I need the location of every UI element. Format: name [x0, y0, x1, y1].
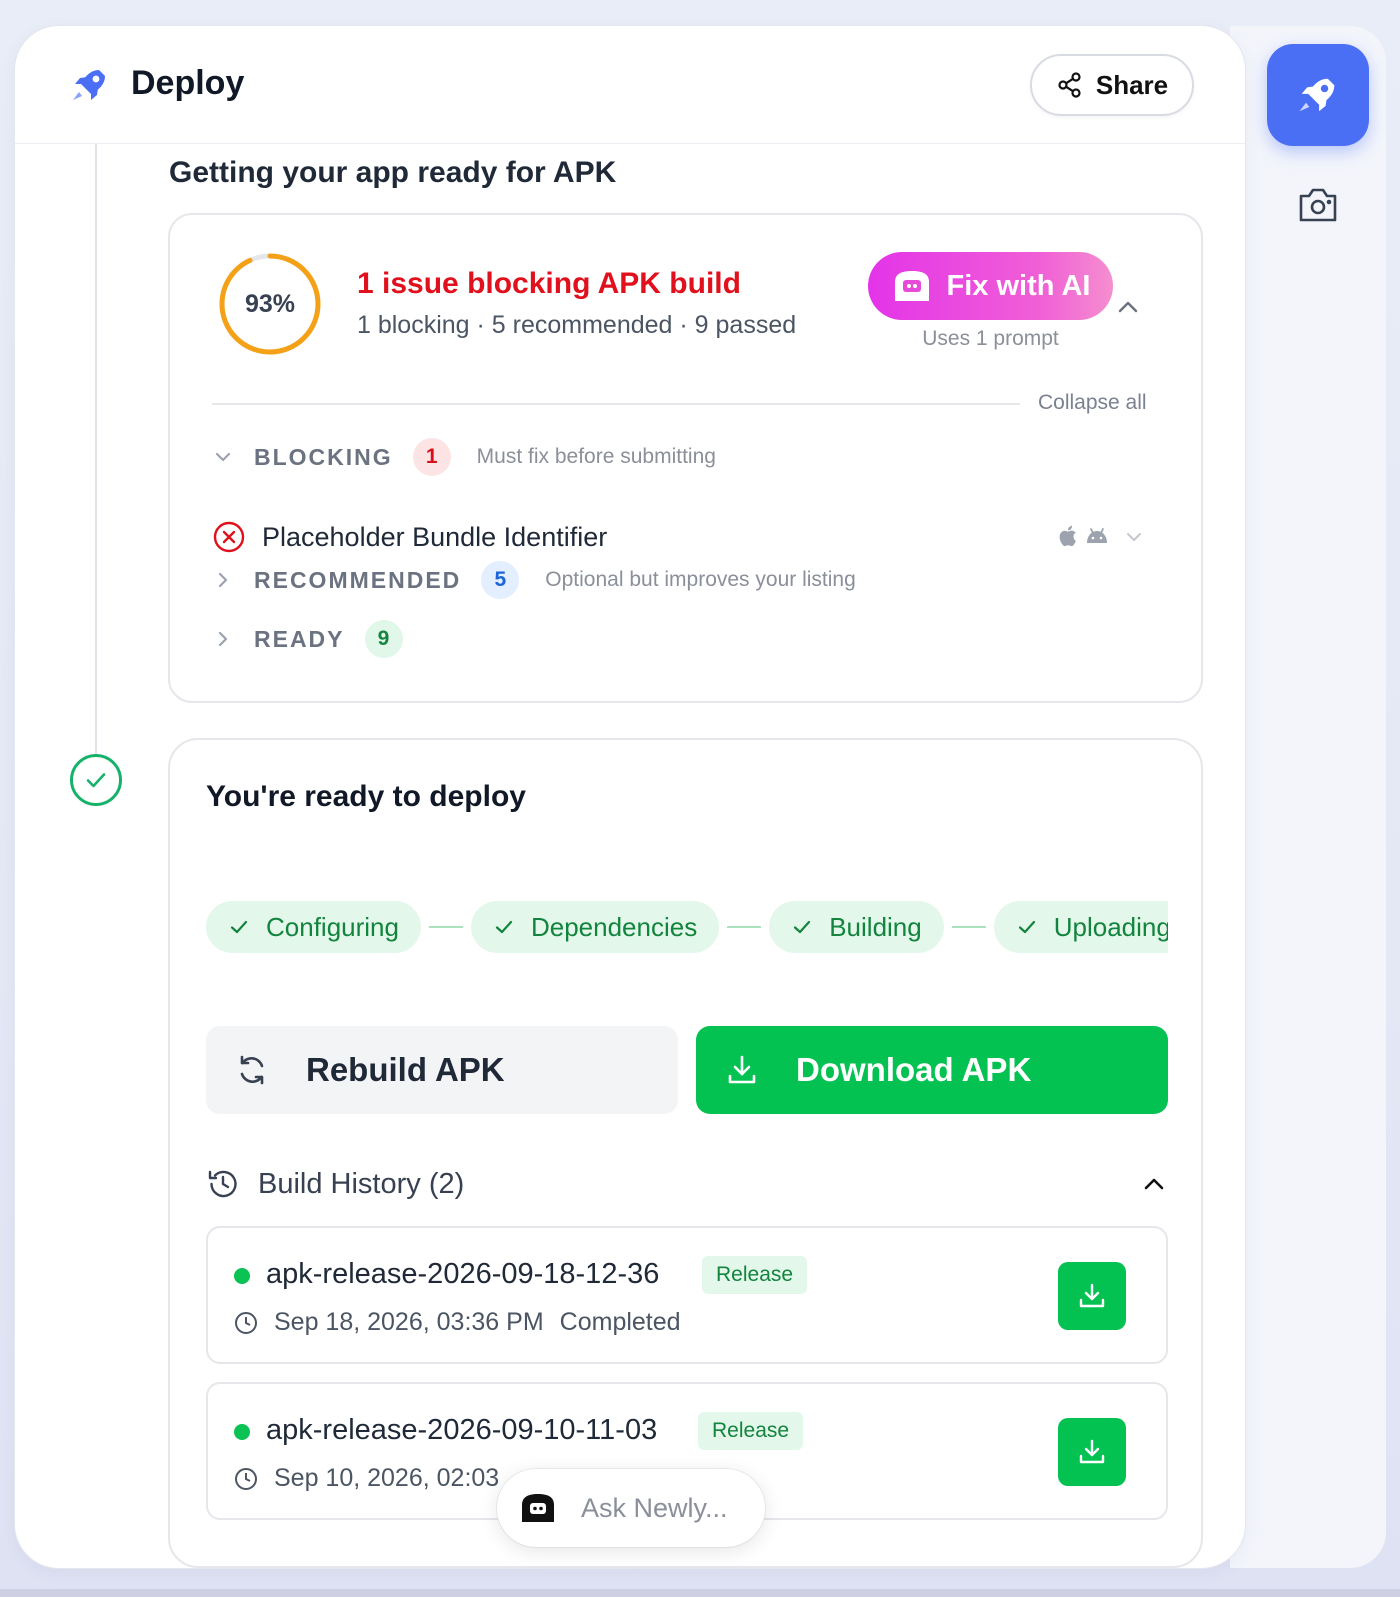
chevron-down-icon[interactable] — [1122, 525, 1146, 549]
group-description: Must fix before submitting — [476, 445, 716, 468]
clock-icon — [235, 1467, 257, 1490]
group-label: READY — [254, 625, 345, 652]
apple-icon — [1059, 525, 1076, 547]
build-history-title: Build History (2) — [258, 1167, 465, 1200]
build-date: Sep 18, 2026, 03:36 PM — [274, 1308, 544, 1336]
download-build-button[interactable] — [1058, 1262, 1126, 1330]
rocket-icon — [1299, 78, 1335, 112]
group-label: RECOMMENDED — [254, 566, 462, 593]
issue-title: 1 issue blocking APK build — [357, 267, 741, 300]
timeline-line — [95, 144, 97, 756]
platform-icons — [1058, 525, 1110, 547]
release-badge: Release — [702, 1256, 808, 1294]
chevron-right-icon — [218, 631, 228, 647]
fix-subtext: Uses 1 prompt — [922, 327, 1059, 350]
refresh-icon — [240, 1055, 264, 1085]
check-icon — [230, 920, 248, 934]
step-dependencies: Dependencies — [470, 901, 720, 953]
share-button[interactable]: Share — [1030, 54, 1194, 116]
page-title: Deploy — [131, 64, 245, 102]
group-label: BLOCKING — [254, 443, 393, 470]
check-icon — [1018, 920, 1035, 934]
build-name: apk-release-2026-09-18-12-36 — [266, 1258, 660, 1290]
divider — [212, 403, 1020, 405]
step-label: Building — [829, 911, 922, 942]
fix-label: Fix with AI — [946, 269, 1091, 302]
error-icon — [213, 521, 245, 553]
deploy-steps: Configuring Dependencies Building Upload… — [206, 900, 1168, 954]
download-icon — [1079, 1439, 1105, 1464]
chevron-up-icon[interactable] — [1140, 1170, 1168, 1198]
camera-icon[interactable] — [1295, 182, 1341, 228]
step-uploading: Uploading — [993, 901, 1168, 953]
step-building: Building — [769, 901, 944, 953]
deploy-nav-button[interactable] — [1267, 44, 1369, 146]
count-badge: 5 — [481, 561, 520, 599]
issue-summary: 1 blocking · 5 recommended · 9 passed — [357, 311, 797, 339]
group-ready[interactable]: READY 9 — [212, 619, 403, 659]
chevron-down-icon — [215, 452, 231, 462]
issue-item[interactable]: Placeholder Bundle Identifier — [212, 515, 1147, 559]
fix-with-ai-button[interactable]: Fix with AI — [868, 252, 1113, 320]
timeline-complete-icon — [70, 754, 122, 806]
step-configuring: Configuring — [206, 901, 421, 953]
ai-robot-icon — [894, 271, 929, 301]
build-meta: Sep 10, 2026, 02:03 — [234, 1464, 499, 1493]
group-blocking[interactable]: BLOCKING 1 Must fix before submitting — [212, 437, 716, 477]
release-badge: Release — [698, 1412, 804, 1450]
check-icon — [794, 920, 811, 934]
deploy-title: You're ready to deploy — [206, 780, 526, 813]
download-icon — [728, 1055, 756, 1084]
deploy-panel: Deploy Share Getting your app ready for … — [15, 26, 1245, 1568]
chevron-up-icon[interactable] — [1114, 293, 1142, 321]
progress-percent: 93% — [244, 289, 296, 318]
bottom-strip — [0, 1589, 1400, 1597]
download-label: Download APK — [796, 1051, 1032, 1088]
step-label: Uploading — [1053, 911, 1168, 942]
build-meta: Sep 18, 2026, 03:36 PM Completed — [234, 1308, 681, 1337]
status-dot — [234, 1268, 250, 1284]
count-badge: 1 — [412, 438, 451, 476]
panel-header: Deploy Share — [15, 26, 1245, 144]
readiness-card: 93% 1 issue blocking APK build 1 blockin… — [168, 213, 1203, 703]
step-label: Dependencies — [530, 911, 698, 942]
step-connector — [428, 926, 463, 928]
download-apk-button[interactable]: Download APK — [696, 1026, 1168, 1114]
chevron-right-icon — [218, 572, 228, 588]
build-date: Sep 10, 2026, 02:03 — [274, 1464, 500, 1492]
download-icon — [1079, 1283, 1105, 1308]
count-badge: 9 — [364, 620, 403, 658]
collapse-all-link[interactable]: Collapse all — [1038, 391, 1147, 415]
status-dot — [234, 1424, 250, 1440]
rebuild-label: Rebuild APK — [306, 1051, 505, 1088]
assistant-robot-icon — [522, 1494, 554, 1522]
issue-name: Placeholder Bundle Identifier — [262, 521, 608, 552]
download-build-button[interactable] — [1058, 1418, 1126, 1486]
rocket-logo-icon — [73, 70, 105, 100]
build-status: Completed — [559, 1308, 681, 1336]
group-recommended[interactable]: RECOMMENDED 5 Optional but improves your… — [212, 560, 856, 600]
build-row: apk-release-2026-09-18-12-36 Release Sep… — [206, 1226, 1168, 1364]
group-description: Optional but improves your listing — [545, 568, 856, 591]
step-connector — [727, 926, 762, 928]
side-panel — [1230, 26, 1386, 1568]
step-connector — [951, 926, 986, 928]
ask-assistant-input[interactable]: Ask Newly... — [497, 1469, 765, 1547]
deploy-card: You're ready to deploy Configuring Depen… — [168, 738, 1203, 1568]
clock-icon — [235, 1311, 257, 1334]
section-title: Getting your app ready for APK — [169, 156, 617, 189]
history-icon — [208, 1170, 237, 1198]
rebuild-apk-button[interactable]: Rebuild APK — [206, 1026, 678, 1114]
android-icon — [1087, 528, 1107, 543]
check-icon — [495, 920, 513, 934]
share-label: Share — [1095, 69, 1169, 100]
build-history-header[interactable]: Build History (2) — [206, 1162, 1168, 1206]
step-label: Configuring — [266, 911, 399, 942]
ask-placeholder: Ask Newly... — [581, 1492, 728, 1523]
share-icon — [1058, 72, 1081, 98]
build-name: apk-release-2026-09-10-11-03 — [266, 1414, 658, 1446]
